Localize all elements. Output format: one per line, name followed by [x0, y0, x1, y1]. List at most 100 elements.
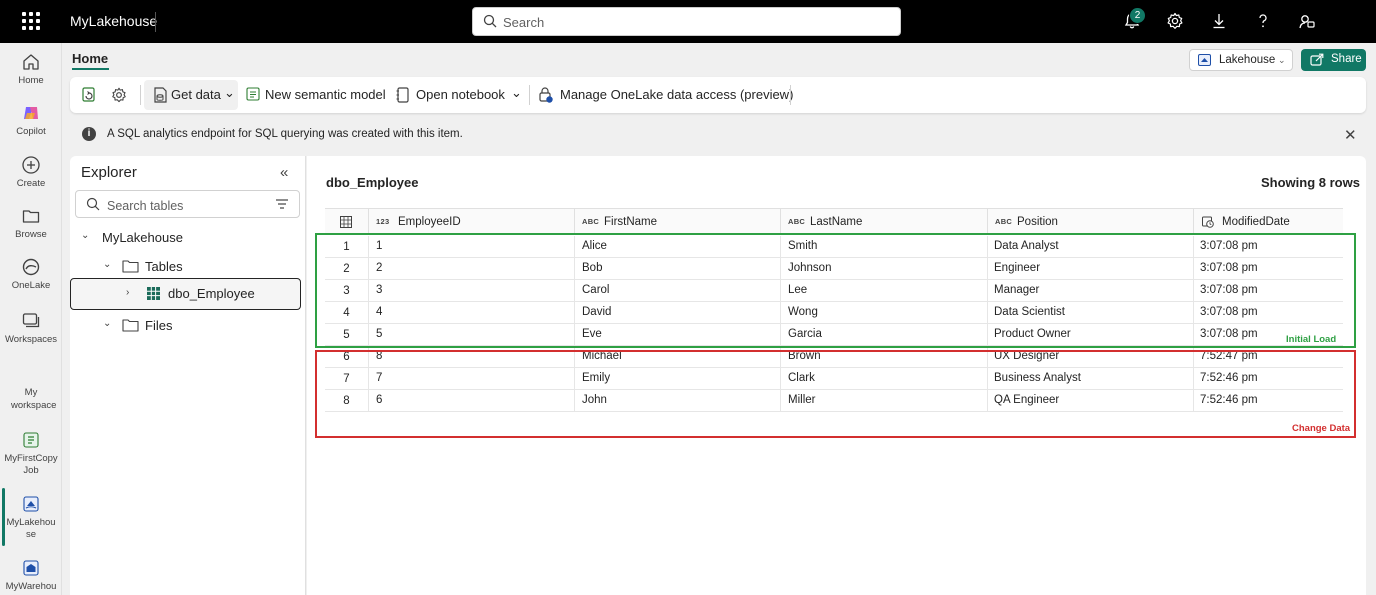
folder-icon	[122, 319, 139, 332]
column-header-firstname[interactable]: ABC FirstName	[574, 209, 780, 235]
rail-item-my-workspace[interactable]: My workspace	[0, 386, 62, 412]
search-icon	[483, 14, 497, 28]
manage-onelake-access-label: Manage OneLake data access (preview)	[560, 87, 794, 102]
app-title[interactable]: MyLakehouse	[70, 13, 157, 29]
initial-load-label: Initial Load	[1286, 334, 1337, 345]
plus-circle-icon	[22, 156, 40, 174]
rail-label: MyWarehou	[5, 581, 57, 592]
feedback-icon[interactable]	[1297, 11, 1317, 31]
semantic-model-icon	[246, 87, 260, 101]
lakehouse-switcher-label: Lakehouse	[1219, 54, 1276, 66]
tab-home[interactable]: Home	[72, 51, 108, 66]
open-notebook-button[interactable]: Open notebook ⌄	[396, 77, 524, 113]
settings-button[interactable]	[110, 77, 132, 113]
change-data-highlight	[315, 350, 1356, 438]
top-bar: MyLakehouse Search 2	[0, 0, 1376, 43]
column-header-position[interactable]: ABC Position	[987, 209, 1193, 235]
gear-icon[interactable]	[1165, 11, 1185, 31]
rail-item-mywarehouse[interactable]: MyWarehou	[0, 558, 62, 592]
rail-item-copilot[interactable]: Copilot	[0, 103, 62, 137]
workspaces-icon	[22, 313, 40, 328]
get-data-label: Get data	[171, 87, 221, 102]
table-preview-pane: dbo_Employee Showing 8 rows 123 Employee…	[307, 156, 1366, 595]
rail-item-copy-job[interactable]: MyFirstCopy Job	[0, 430, 62, 477]
manage-onelake-access-button[interactable]: Manage OneLake data access (preview)	[538, 77, 793, 113]
tree-item-tables[interactable]: ⌄ Tables	[70, 252, 306, 280]
title-divider	[155, 12, 156, 32]
search-icon	[86, 197, 100, 211]
refresh-icon	[82, 87, 95, 102]
change-data-label: Change Data	[1292, 423, 1351, 434]
table-title: dbo_Employee	[326, 175, 419, 190]
info-icon: i	[82, 127, 96, 141]
rail-label: Create	[16, 178, 46, 189]
tree-label: dbo_Employee	[168, 286, 255, 301]
chevron-down-icon: ⌄	[103, 318, 112, 329]
column-label: LastName	[810, 216, 863, 228]
rail-label: Copilot	[16, 126, 46, 137]
tree-item-lakehouse[interactable]: ⌄ MyLakehouse	[70, 223, 306, 251]
share-label: Share	[1331, 53, 1362, 65]
lakehouse-icon	[1198, 54, 1211, 66]
close-icon[interactable]: ✕	[1344, 126, 1357, 144]
rail-item-browse[interactable]: Browse	[0, 206, 62, 240]
explorer-search-placeholder: Search tables	[107, 199, 184, 213]
warehouse-icon	[23, 560, 39, 576]
share-button[interactable]: Share	[1301, 49, 1366, 71]
chevron-down-icon: ⌄	[1278, 55, 1286, 65]
column-label: EmployeeID	[398, 216, 461, 228]
clock-icon	[1202, 216, 1214, 228]
rail-item-workspaces[interactable]: Workspaces	[0, 311, 62, 345]
help-icon[interactable]	[1253, 11, 1273, 31]
share-icon	[1310, 53, 1324, 66]
gear-icon	[112, 87, 126, 103]
collapse-pane-icon[interactable]: «	[280, 164, 288, 181]
left-nav-rail: Home Copilot Create Browse OneLake Works…	[0, 43, 62, 595]
select-all-cell[interactable]	[325, 209, 368, 235]
database-icon	[154, 87, 167, 103]
tree-label: Files	[145, 318, 173, 333]
column-label: FirstName	[604, 216, 658, 228]
filter-icon[interactable]	[275, 198, 289, 210]
chevron-down-icon: ⌄	[103, 259, 112, 270]
rail-label: My workspace	[11, 387, 57, 411]
new-semantic-model-button[interactable]: New semantic model	[244, 77, 390, 113]
chevron-down-icon: ⌄	[224, 85, 235, 100]
tree-label: Tables	[145, 259, 183, 274]
explorer-pane: Explorer « Search tables ⌄ MyLakehouse ⌄…	[70, 156, 306, 595]
rail-label: Browse	[15, 229, 47, 240]
copilot-icon	[24, 107, 38, 119]
rail-item-create[interactable]: Create	[0, 155, 62, 189]
column-label: Position	[1017, 216, 1058, 228]
shield-lock-icon	[539, 87, 553, 103]
lakehouse-icon	[23, 496, 39, 512]
search-placeholder: Search	[503, 15, 545, 30]
tree-label: MyLakehouse	[102, 230, 183, 245]
app-launcher-icon[interactable]	[22, 12, 40, 30]
table-icon	[147, 287, 160, 300]
toolbar-divider	[140, 85, 141, 105]
download-icon[interactable]	[1209, 11, 1229, 31]
global-search-input[interactable]: Search	[472, 7, 901, 36]
tree-item-files[interactable]: ⌄ Files	[70, 311, 306, 339]
rail-label: MyFirstCopy Job	[4, 453, 58, 476]
lakehouse-switcher-button[interactable]: Lakehouse ⌄	[1189, 49, 1293, 71]
onelake-icon	[22, 258, 40, 276]
column-header-employeeid[interactable]: 123 EmployeeID	[368, 209, 574, 235]
get-data-button[interactable]: Get data ⌄	[150, 77, 240, 113]
tree-item-dbo-employee[interactable]: › dbo_Employee	[70, 278, 301, 310]
explorer-search-input[interactable]: Search tables	[75, 190, 300, 218]
row-count: Showing 8 rows	[1261, 175, 1360, 190]
number-type-icon: 123	[376, 217, 390, 226]
refresh-button[interactable]	[80, 77, 102, 113]
rail-item-home[interactable]: Home	[0, 52, 62, 86]
new-semantic-model-label: New semantic model	[265, 87, 386, 102]
column-header-lastname[interactable]: ABC LastName	[780, 209, 987, 235]
initial-load-highlight	[315, 233, 1356, 348]
rail-label: Workspaces	[4, 334, 58, 345]
copy-job-icon	[23, 432, 39, 448]
rail-item-mylakehouse[interactable]: MyLakehou se	[0, 488, 62, 546]
rail-item-onelake[interactable]: OneLake	[0, 257, 62, 291]
column-header-modifieddate[interactable]: ModifiedDate	[1193, 209, 1343, 235]
text-type-icon: ABC	[582, 217, 600, 226]
